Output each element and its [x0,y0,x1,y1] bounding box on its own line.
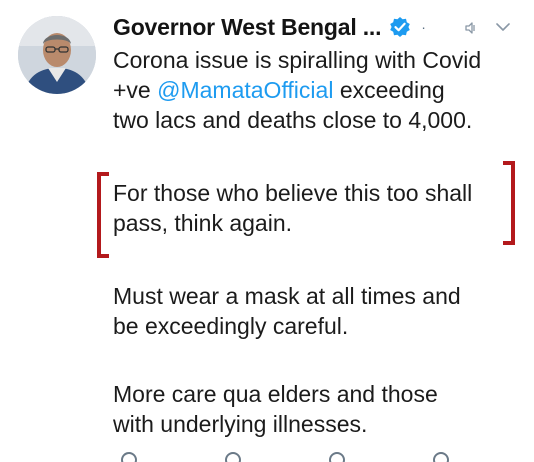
reply-icon[interactable] [121,452,137,462]
verified-badge-icon [389,16,411,38]
tweet-text: exceeding [333,77,445,103]
tweet-line: More care qua elders and those [113,381,438,407]
annotation-bracket-left [97,172,109,258]
chevron-down-icon[interactable] [494,18,512,36]
avatar[interactable] [18,16,96,94]
tweet-line: pass, think again. [113,210,293,236]
tweet-line: with underlying illnesses. [113,411,368,437]
avatar-photo [18,16,96,94]
mention-link[interactable]: @MamataOfficial [157,77,333,103]
tweet-line: Corona issue is spiralling with Covid [113,47,482,73]
header-separator: · [421,19,426,35]
author-name[interactable]: Governor West Bengal ... [113,14,381,41]
tweet-paragraph-2: For those who believe this too shall pas… [113,178,472,238]
annotation-bracket-right [503,161,515,245]
share-icon[interactable] [433,452,449,462]
tweet-paragraph-3: Must wear a mask at all times and be exc… [113,281,461,341]
tweet-paragraph-1: Corona issue is spiralling with Covid +v… [113,45,481,135]
tweet-text: +ve [113,77,158,103]
tweet-line: be exceedingly careful. [113,313,349,339]
tweet-line: two lacs and deaths close to 4,000. [113,107,473,133]
like-icon[interactable] [329,452,345,462]
tweet-line: Must wear a mask at all times and [113,283,461,309]
tweet-line: +ve @MamataOfficial exceeding [113,75,481,105]
mute-icon[interactable] [463,20,479,36]
tweet-action-bar [113,452,533,462]
tweet-paragraph-4: More care qua elders and those with unde… [113,379,438,439]
tweet-card[interactable]: Governor West Bengal ... · Corona issue … [0,0,534,462]
tweet-header: Governor West Bengal ... · [113,12,426,42]
retweet-icon[interactable] [225,452,241,462]
tweet-line: For those who believe this too shall [113,180,473,206]
